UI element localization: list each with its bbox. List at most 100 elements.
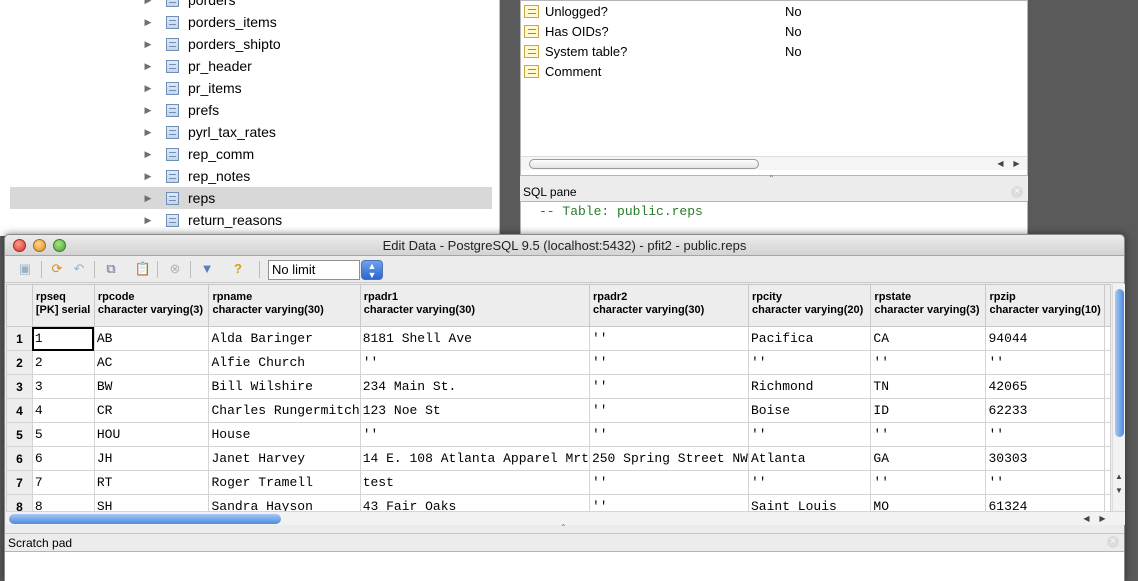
expand-arrow-icon[interactable]: ▶	[140, 105, 156, 116]
cell-rpzip[interactable]: 94044	[985, 326, 1105, 351]
column-header-rpcity[interactable]: rpcity character varying(20)	[747, 284, 872, 327]
table-row[interactable]: 8 8 SH Sandra Hayson 43 Fair Oaks '' Saint Lou…	[6, 494, 1111, 511]
cell-rpname[interactable]: Janet Harvey	[208, 446, 361, 471]
cell-rpzip[interactable]: ''	[985, 350, 1105, 375]
cell-rpcode[interactable]: CR	[93, 398, 210, 423]
scroll-up-icon[interactable]: ▲	[1115, 472, 1123, 481]
cell-rpname[interactable]: Roger Tramell	[208, 470, 361, 495]
expand-arrow-icon[interactable]: ▶	[140, 149, 156, 160]
tree-item-pr-items[interactable]: ▶ pr_items	[140, 77, 492, 99]
row-header[interactable]: 7	[6, 470, 33, 495]
cell-rpseq[interactable]: 5	[31, 422, 95, 447]
expand-arrow-icon[interactable]: ▶	[140, 83, 156, 94]
row-header[interactable]: 5	[6, 422, 33, 447]
cell-rpcity[interactable]: Pacifica	[747, 326, 872, 351]
sql-pane-editor[interactable]: -- Table: public.reps	[520, 201, 1028, 236]
cell-rpadr2[interactable]: ''	[588, 350, 749, 375]
table-row[interactable]: 7 7 RT Roger Tramell test '' '' '' ''	[6, 470, 1111, 495]
column-header-rpseq[interactable]: rpseq [PK] serial	[31, 284, 95, 327]
cell-rpadr1[interactable]: ''	[359, 350, 590, 375]
scroll-down-icon[interactable]: ▼	[1115, 486, 1123, 495]
cell-rpseq[interactable]: 6	[31, 446, 95, 471]
cell-rpadr1[interactable]: test	[359, 470, 590, 495]
cell-rpseq[interactable]: 7	[31, 470, 95, 495]
property-row[interactable]: System table? No	[521, 41, 1021, 61]
cell-rpcode[interactable]: HOU	[93, 422, 210, 447]
cell-rpcity[interactable]: ''	[747, 422, 872, 447]
splitter-grip-icon[interactable]: ⌃	[560, 523, 567, 532]
properties-hscrollbar[interactable]: ◀ ▶	[521, 156, 1027, 170]
expand-arrow-icon[interactable]: ▶	[140, 193, 156, 204]
property-row[interactable]: Comment	[521, 61, 1021, 81]
cell-rpname[interactable]: Alda Baringer	[208, 326, 361, 351]
cell-rpzip[interactable]: ''	[985, 422, 1105, 447]
cell-rpname[interactable]: Bill Wilshire	[208, 374, 361, 399]
cell-rpadr2[interactable]: ''	[588, 422, 749, 447]
tree-item-rep-comm[interactable]: ▶ rep_comm	[140, 143, 492, 165]
property-row[interactable]: Unlogged? No	[521, 1, 1021, 21]
cell-rpadr1[interactable]: 14 E. 108 Atlanta Apparel Mrt	[359, 446, 590, 471]
tree-item-porders-shipto[interactable]: ▶ porders_shipto	[140, 33, 492, 55]
table-row[interactable]: 5 5 HOU House '' '' '' '' ''	[6, 422, 1111, 447]
expand-arrow-icon[interactable]: ▶	[140, 127, 156, 138]
column-header-rpadr2[interactable]: rpadr2 character varying(30)	[588, 284, 749, 327]
save-icon[interactable]: ▣	[16, 260, 34, 278]
help-icon[interactable]: ?	[229, 260, 247, 278]
tree-item-porders[interactable]: ▶ porders	[140, 0, 492, 11]
cell-rpseq[interactable]: 3	[31, 374, 95, 399]
minimize-window-button[interactable]	[33, 239, 46, 252]
corner-header[interactable]	[6, 284, 33, 327]
row-header[interactable]: 3	[6, 374, 33, 399]
cell-rpseq[interactable]: 1	[31, 326, 95, 351]
cell-rpcity[interactable]: ''	[747, 470, 872, 495]
cell-rpseq[interactable]: 4	[31, 398, 95, 423]
close-sql-pane-icon[interactable]: ×	[1011, 186, 1023, 198]
cell-rpcode[interactable]: AB	[93, 326, 210, 351]
splitter-grip-icon[interactable]: ⌃	[768, 174, 775, 183]
row-header[interactable]: 6	[6, 446, 33, 471]
vscroll-thumb[interactable]	[1115, 289, 1124, 437]
zoom-window-button[interactable]	[53, 239, 66, 252]
column-header-rpzip[interactable]: rpzip character varying(10)	[985, 284, 1105, 327]
undo-icon[interactable]: ↶	[70, 260, 88, 278]
row-header[interactable]: 8	[6, 494, 33, 511]
scroll-thumb[interactable]	[529, 159, 759, 169]
cell-rpadr1[interactable]: ''	[359, 422, 590, 447]
column-header-rpadr1[interactable]: rpadr1 character varying(30)	[359, 284, 590, 327]
expand-arrow-icon[interactable]: ▶	[140, 39, 156, 50]
cell-rpadr1[interactable]: 123 Noe St	[359, 398, 590, 423]
cell-rpcode[interactable]: SH	[93, 494, 210, 511]
cell-rpcode[interactable]: BW	[93, 374, 210, 399]
expand-arrow-icon[interactable]: ▶	[140, 61, 156, 72]
close-window-button[interactable]	[13, 239, 26, 252]
cell-rpadr1[interactable]: 8181 Shell Ave	[359, 326, 590, 351]
cell-rpadr2[interactable]: ''	[588, 326, 749, 351]
cell-rpzip[interactable]: 30303	[985, 446, 1105, 471]
cell-rpcity[interactable]: ''	[747, 350, 872, 375]
tree-item-pyrl-tax-rates[interactable]: ▶ pyrl_tax_rates	[140, 121, 492, 143]
cell-rpstate[interactable]: ''	[870, 422, 987, 447]
scratch-pad-editor[interactable]	[5, 551, 1124, 581]
cell-rpstate[interactable]: CA	[870, 326, 987, 351]
row-header[interactable]: 1	[6, 326, 33, 351]
cell-rpcode[interactable]: AC	[93, 350, 210, 375]
cell-rpzip[interactable]: 61324	[985, 494, 1105, 511]
cell-rpadr2[interactable]: ''	[588, 470, 749, 495]
cell-rpadr1[interactable]: 43 Fair Oaks	[359, 494, 590, 511]
cell-rpname[interactable]: House	[208, 422, 361, 447]
tree-item-porders-items[interactable]: ▶ porders_items	[140, 11, 492, 33]
scroll-right-icon[interactable]: ▶	[1097, 513, 1108, 525]
row-header[interactable]: 2	[6, 350, 33, 375]
cell-rpadr1[interactable]: 234 Main St.	[359, 374, 590, 399]
copy-icon[interactable]: ⧉	[102, 260, 120, 278]
table-row[interactable]: 1 1 AB Alda Baringer 8181 Shell Ave '' Pacific…	[6, 326, 1111, 351]
tree-item-pr-header[interactable]: ▶ pr_header	[140, 55, 492, 77]
cell-rpstate[interactable]: ''	[870, 470, 987, 495]
cell-rpcity[interactable]: Atlanta	[747, 446, 872, 471]
grid-vscrollbar[interactable]: ▲ ▼	[1112, 284, 1125, 511]
cell-rpcity[interactable]: Saint Louis	[747, 494, 872, 511]
scroll-left-icon[interactable]: ◀	[995, 158, 1006, 170]
cell-rpstate[interactable]: ID	[870, 398, 987, 423]
cell-rpseq[interactable]: 8	[31, 494, 95, 511]
refresh-icon[interactable]: ⟳	[48, 260, 66, 278]
